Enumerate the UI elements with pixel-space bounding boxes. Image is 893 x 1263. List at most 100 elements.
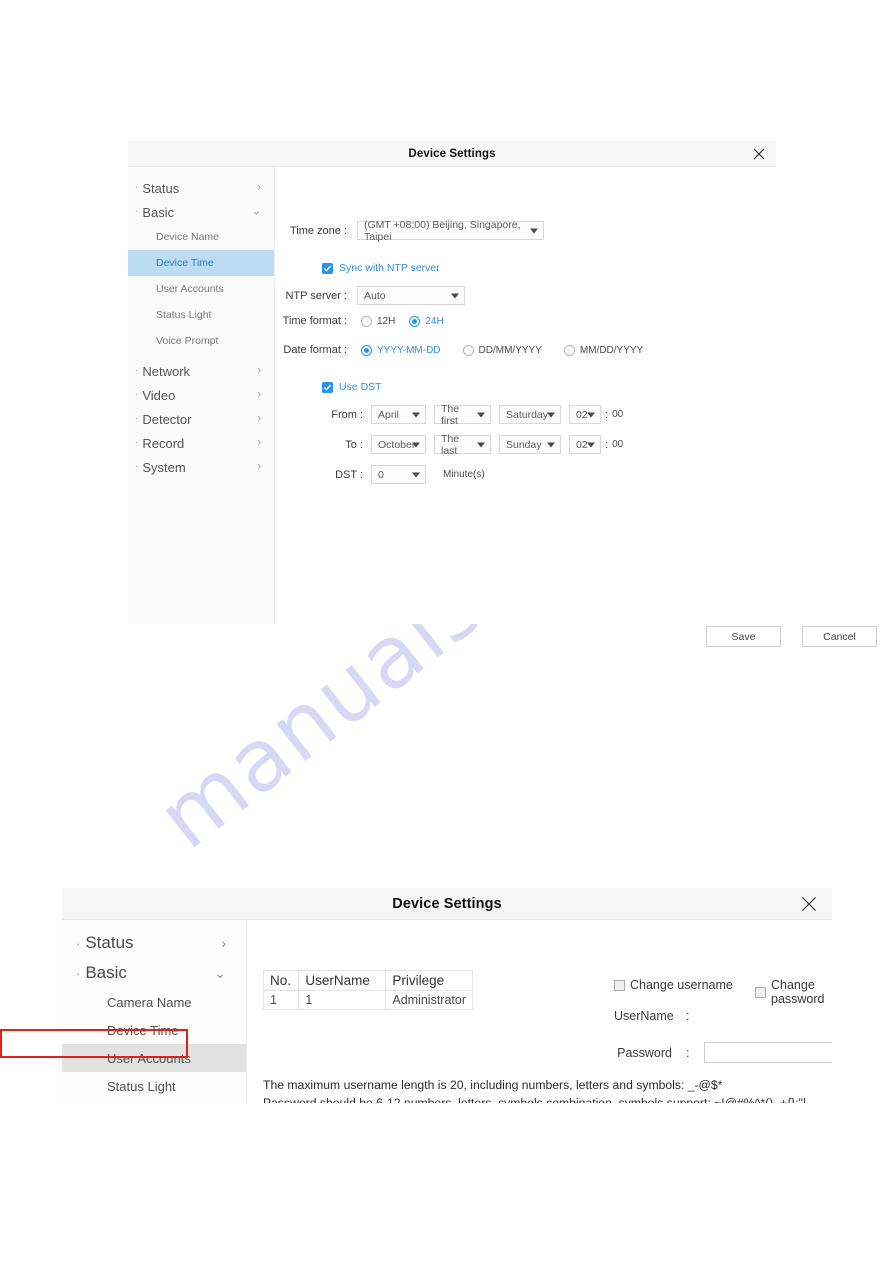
password-input[interactable] <box>704 1042 832 1063</box>
chevron-down-icon <box>547 442 555 447</box>
dst-from-label: From : <box>331 408 363 421</box>
sidebar-item-user-accounts[interactable]: User Accounts <box>62 1044 246 1072</box>
sidebar-item-label: Camera Name <box>107 994 192 1010</box>
sidebar-item-label: User Accounts <box>107 1050 191 1066</box>
dst-offset-select[interactable]: 0 <box>371 465 426 484</box>
dst-to-month-select[interactable]: October <box>371 435 426 454</box>
sidebar-item-label: User Accounts <box>156 283 224 295</box>
sidebar-group-label: Status <box>85 933 134 952</box>
column-header-username: UserName <box>298 970 387 991</box>
dst-offset-unit: Minute(s) <box>443 469 485 480</box>
timezone-label: Time zone : <box>289 224 347 237</box>
sidebar-group-video[interactable]: · Video › <box>128 383 274 407</box>
close-icon[interactable] <box>752 147 766 161</box>
dst-from-day-value: Saturday <box>506 408 549 421</box>
ntp-server-select[interactable]: Auto <box>357 286 465 305</box>
sidebar-group-label: Video <box>142 387 176 403</box>
dst-to-hour-select[interactable]: 02 <box>569 435 601 454</box>
dst-from-month-select[interactable]: April <box>371 405 426 424</box>
ntp-server-value: Auto <box>364 289 386 302</box>
radio-label: MM/DD/YYYY <box>579 344 644 356</box>
bullet-icon: · <box>135 413 139 424</box>
sidebar-group-status[interactable]: · Status › <box>128 176 274 200</box>
bullet-icon: · <box>135 365 139 376</box>
chevron-down-icon <box>547 412 555 417</box>
sidebar-item-label: Device Time <box>156 257 214 269</box>
sidebar-item-device-time[interactable]: Device Time <box>62 1016 246 1044</box>
sidebar-group-detector[interactable]: · Detector › <box>128 407 274 431</box>
chevron-down-icon <box>587 442 595 447</box>
save-button[interactable]: Save <box>706 626 781 647</box>
sidebar-item-camera-name[interactable]: Camera Name <box>62 988 246 1016</box>
radio-selected-icon[interactable] <box>409 315 421 327</box>
close-icon[interactable] <box>800 895 818 913</box>
column-header-no: No. <box>262 970 300 991</box>
sidebar-group-status[interactable]: · Status › <box>62 928 246 958</box>
dst-from-week-select[interactable]: The first <box>434 403 491 427</box>
bullet-icon: · <box>76 935 81 951</box>
sidebar-item-voice-prompt[interactable]: Voice Prompt <box>62 1100 246 1103</box>
sidebar-group-label: Status <box>142 180 180 196</box>
chevron-right-icon: › <box>257 436 261 449</box>
chevron-right-icon: › <box>257 412 261 425</box>
username-colon: : <box>686 1009 690 1023</box>
radio-date-ymd[interactable]: YYYY-MM-DD <box>361 344 463 356</box>
radio-icon[interactable] <box>563 344 575 356</box>
radio-time-24h[interactable]: 24H <box>409 315 457 327</box>
checkbox-unchecked-icon[interactable] <box>614 979 625 991</box>
radio-date-mdy[interactable]: MM/DD/YYYY <box>563 344 657 356</box>
sidebar-item-label: Device Time <box>107 1022 179 1038</box>
dst-from-day-select[interactable]: Saturday <box>499 405 561 424</box>
device-settings-dialog-top: Device Settings · Status › · Basic ⌄ Dev… <box>128 141 877 647</box>
timezone-value: (GMT +08:00) Beijing, Singapore, Taipei <box>364 218 521 243</box>
checkbox-checked-icon[interactable] <box>322 262 333 274</box>
dst-to-day-select[interactable]: Sunday <box>499 435 561 454</box>
dst-from-hour-value: 02 <box>576 408 588 421</box>
sidebar-group-system[interactable]: · System › <box>128 455 274 479</box>
sidebar-item-device-time[interactable]: Device Time <box>128 250 274 276</box>
sidebar-group-basic[interactable]: · Basic ⌄ <box>128 200 274 224</box>
sidebar-item-user-accounts[interactable]: User Accounts <box>128 276 274 302</box>
sidebar-group-record[interactable]: · Record › <box>128 431 274 455</box>
sidebar-item-device-name[interactable]: Device Name <box>128 224 274 250</box>
radio-icon[interactable] <box>361 315 372 327</box>
chevron-right-icon: › <box>257 460 261 473</box>
change-username-checkbox-row[interactable]: Change username <box>614 978 733 992</box>
sidebar-group-basic[interactable]: · Basic ⌄ <box>62 958 246 988</box>
use-dst-checkbox-row[interactable]: Use DST <box>322 381 382 393</box>
device-settings-dialog-bottom: Device Settings · Status › · Basic ⌄ Cam… <box>62 888 832 1103</box>
chevron-down-icon <box>530 228 538 233</box>
radio-icon[interactable] <box>462 344 474 356</box>
cancel-button[interactable]: Cancel <box>802 626 877 647</box>
dst-offset-value: 0 <box>378 468 384 481</box>
sidebar-item-voice-prompt[interactable]: Voice Prompt <box>128 328 274 354</box>
radio-time-12h[interactable]: 12H <box>361 315 409 327</box>
timezone-select[interactable]: (GMT +08:00) Beijing, Singapore, Taipei <box>357 218 544 243</box>
sidebar-item-status-light[interactable]: Status Light <box>128 302 274 328</box>
sidebar-group-label: System <box>142 459 186 475</box>
chevron-down-icon <box>412 412 420 417</box>
sidebar-item-label: Status Light <box>156 309 212 321</box>
chevron-right-icon: › <box>257 364 261 377</box>
cell-username: 1 <box>298 990 387 1010</box>
radio-label: YYYY-MM-DD <box>377 344 441 356</box>
dialog-body: · Status › · Basic ⌄ Camera Name Device … <box>62 920 832 1103</box>
sidebar-item-label: Voice Prompt <box>156 335 219 347</box>
radio-selected-icon[interactable] <box>361 344 372 356</box>
dialog-titlebar: Device Settings <box>62 888 832 920</box>
table-row[interactable]: 1 1 Administrator <box>262 990 473 1010</box>
radio-date-dmy[interactable]: DD/MM/YYYY <box>462 344 564 356</box>
dst-to-month-value: October <box>378 438 416 451</box>
checkbox-unchecked-icon[interactable] <box>755 986 766 998</box>
checkbox-checked-icon[interactable] <box>322 381 333 393</box>
date-format-label: Date format : <box>283 344 347 356</box>
sidebar-item-status-light[interactable]: Status Light <box>62 1072 246 1100</box>
sidebar-group-network[interactable]: · Network › <box>128 359 274 383</box>
chevron-down-icon <box>587 412 595 417</box>
dst-to-week-select[interactable]: The last <box>434 433 491 457</box>
sync-ntp-checkbox-row[interactable]: Sync with NTP server <box>322 262 440 274</box>
dst-from-hour-select[interactable]: 02 <box>569 405 601 424</box>
change-password-checkbox-row[interactable]: Change password <box>755 978 832 1006</box>
sidebar: · Status › · Basic ⌄ Camera Name Device … <box>62 920 247 1103</box>
dst-to-hour-value: 02 <box>576 438 588 451</box>
